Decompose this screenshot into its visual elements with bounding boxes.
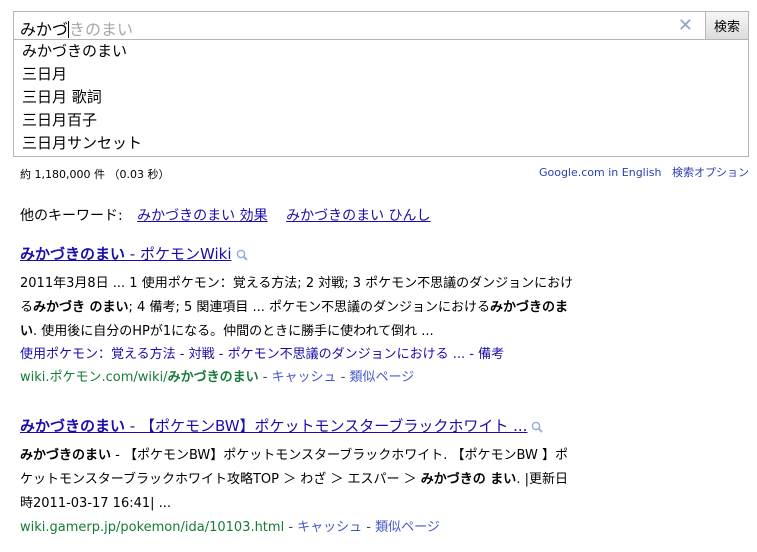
result-stats: 約 1,180,000 件 （0.03 秒） <box>20 168 170 181</box>
snippet-line: ケットモンスターブラックホワイト攻略TOP ＞ わざ ＞ エスパー ＞ みかづき… <box>20 472 568 487</box>
result-snippet: みかづきのまい - 【ポケモンBW】ポケットモンスターブラックホワイト. 【ポケ… <box>20 444 740 516</box>
sitelink[interactable]: ポケモン不思議のダンジョンにおける ... <box>228 347 466 362</box>
title-highlight: みかづきのまい <box>20 245 126 263</box>
search-input[interactable]: みかづきのまい ✕ <box>13 11 705 40</box>
result-title-link[interactable]: みかづきのまい - ポケモンWiki <box>20 245 232 263</box>
similar-pages-link[interactable]: 類似ページ <box>350 370 415 385</box>
search-query[interactable]: みかづきのまい <box>20 16 133 40</box>
suggestion-item[interactable]: 三日月サンセット <box>14 132 748 155</box>
result-url: wiki.ポケモン.com/wiki/ <box>20 370 168 385</box>
result-sitelinks: 使用ポケモン：覚える方法 - 対戦 - ポケモン不思議のダンジョンにおける ..… <box>20 347 505 362</box>
snippet-line: みかづきのまい - 【ポケモンBW】ポケットモンスターブラックホワイト. 【ポケ… <box>20 448 568 463</box>
title-text: - 【ポケモンBW】ポケットモンスターブラックホワイト ... <box>125 417 528 435</box>
search-options-link[interactable]: 検索オプション <box>672 166 749 179</box>
search-button[interactable]: 検索 <box>705 11 749 40</box>
similar-pages-link[interactable]: 類似ページ <box>375 520 440 535</box>
snippet-line: 時2011-03-17 16:41| ... <box>20 496 172 511</box>
query-typed-text: みかづ <box>20 20 69 39</box>
cache-link[interactable]: キャッシュ <box>297 520 362 535</box>
related-label: 他のキーワード: <box>20 208 123 224</box>
url-highlight: みかづきのまい <box>167 370 259 385</box>
suggestion-item[interactable]: みかづきのまい <box>14 40 748 63</box>
result-title-link[interactable]: みかづきのまい - 【ポケモンBW】ポケットモンスターブラックホワイト ... <box>20 417 527 435</box>
magnifier-icon[interactable] <box>531 421 544 433</box>
result-snippet: 2011年3月8日 ... 1 使用ポケモン：覚える方法; 2 対戦; 3 ポケ… <box>20 272 740 344</box>
result-url-line: wiki.gamerp.jp/pokemon/ida/10103.html - … <box>20 520 440 535</box>
title-text: - ポケモンWiki <box>125 245 232 263</box>
sitelink[interactable]: 使用ポケモン：覚える方法 <box>20 347 176 362</box>
sitelink[interactable]: 対戦 <box>189 347 215 362</box>
suggestion-item[interactable]: 三日月 歌詞 <box>14 86 748 109</box>
search-result: みかづきのまい - 【ポケモンBW】ポケットモンスターブラックホワイト ... … <box>20 416 740 540</box>
magnifier-icon[interactable] <box>236 249 248 261</box>
top-links: Google.com in English 検索オプション <box>532 164 749 180</box>
snippet-line: い. 使用後に自分のHPが1になる。仲間のときに勝手に使われて倒れ ... <box>20 324 434 339</box>
sitelink[interactable]: 備考 <box>478 347 504 362</box>
result-url: wiki.gamerp.jp/pokemon/ida/10103.html <box>20 520 285 535</box>
related-link[interactable]: みかづきのまい 効果 <box>137 208 267 224</box>
cache-link[interactable]: キャッシュ <box>272 370 337 385</box>
title-highlight: みかづきのまい <box>20 417 126 435</box>
suggestion-item[interactable]: 三日月百子 <box>14 109 748 132</box>
suggestion-item[interactable]: 三日月 <box>14 63 748 86</box>
search-result: みかづきのまい - ポケモンWiki 2011年3月8日 ... 1 使用ポケモ… <box>20 244 740 390</box>
english-link[interactable]: Google.com in English <box>539 166 662 179</box>
result-url-line: wiki.ポケモン.com/wiki/みかづきのまい - キャッシュ - 類似ペ… <box>20 370 415 385</box>
related-link[interactable]: みかづきのまい ひんし <box>286 208 430 224</box>
clear-icon[interactable]: ✕ <box>678 15 693 36</box>
snippet-line: 2011年3月8日 ... 1 使用ポケモン：覚える方法; 2 対戦; 3 ポケ… <box>20 276 574 291</box>
query-autocomplete-hint: きのまい <box>69 20 134 39</box>
related-keywords: 他のキーワード: みかづきのまい 効果 みかづきのまい ひんし <box>20 205 445 225</box>
snippet-line: るみかづき のまい; 4 備考; 5 関連項目 ... ポケモン不思議のダンジョ… <box>20 300 569 315</box>
suggestion-dropdown: みかづきのまい 三日月 三日月 歌詞 三日月百子 三日月サンセット <box>13 40 749 157</box>
